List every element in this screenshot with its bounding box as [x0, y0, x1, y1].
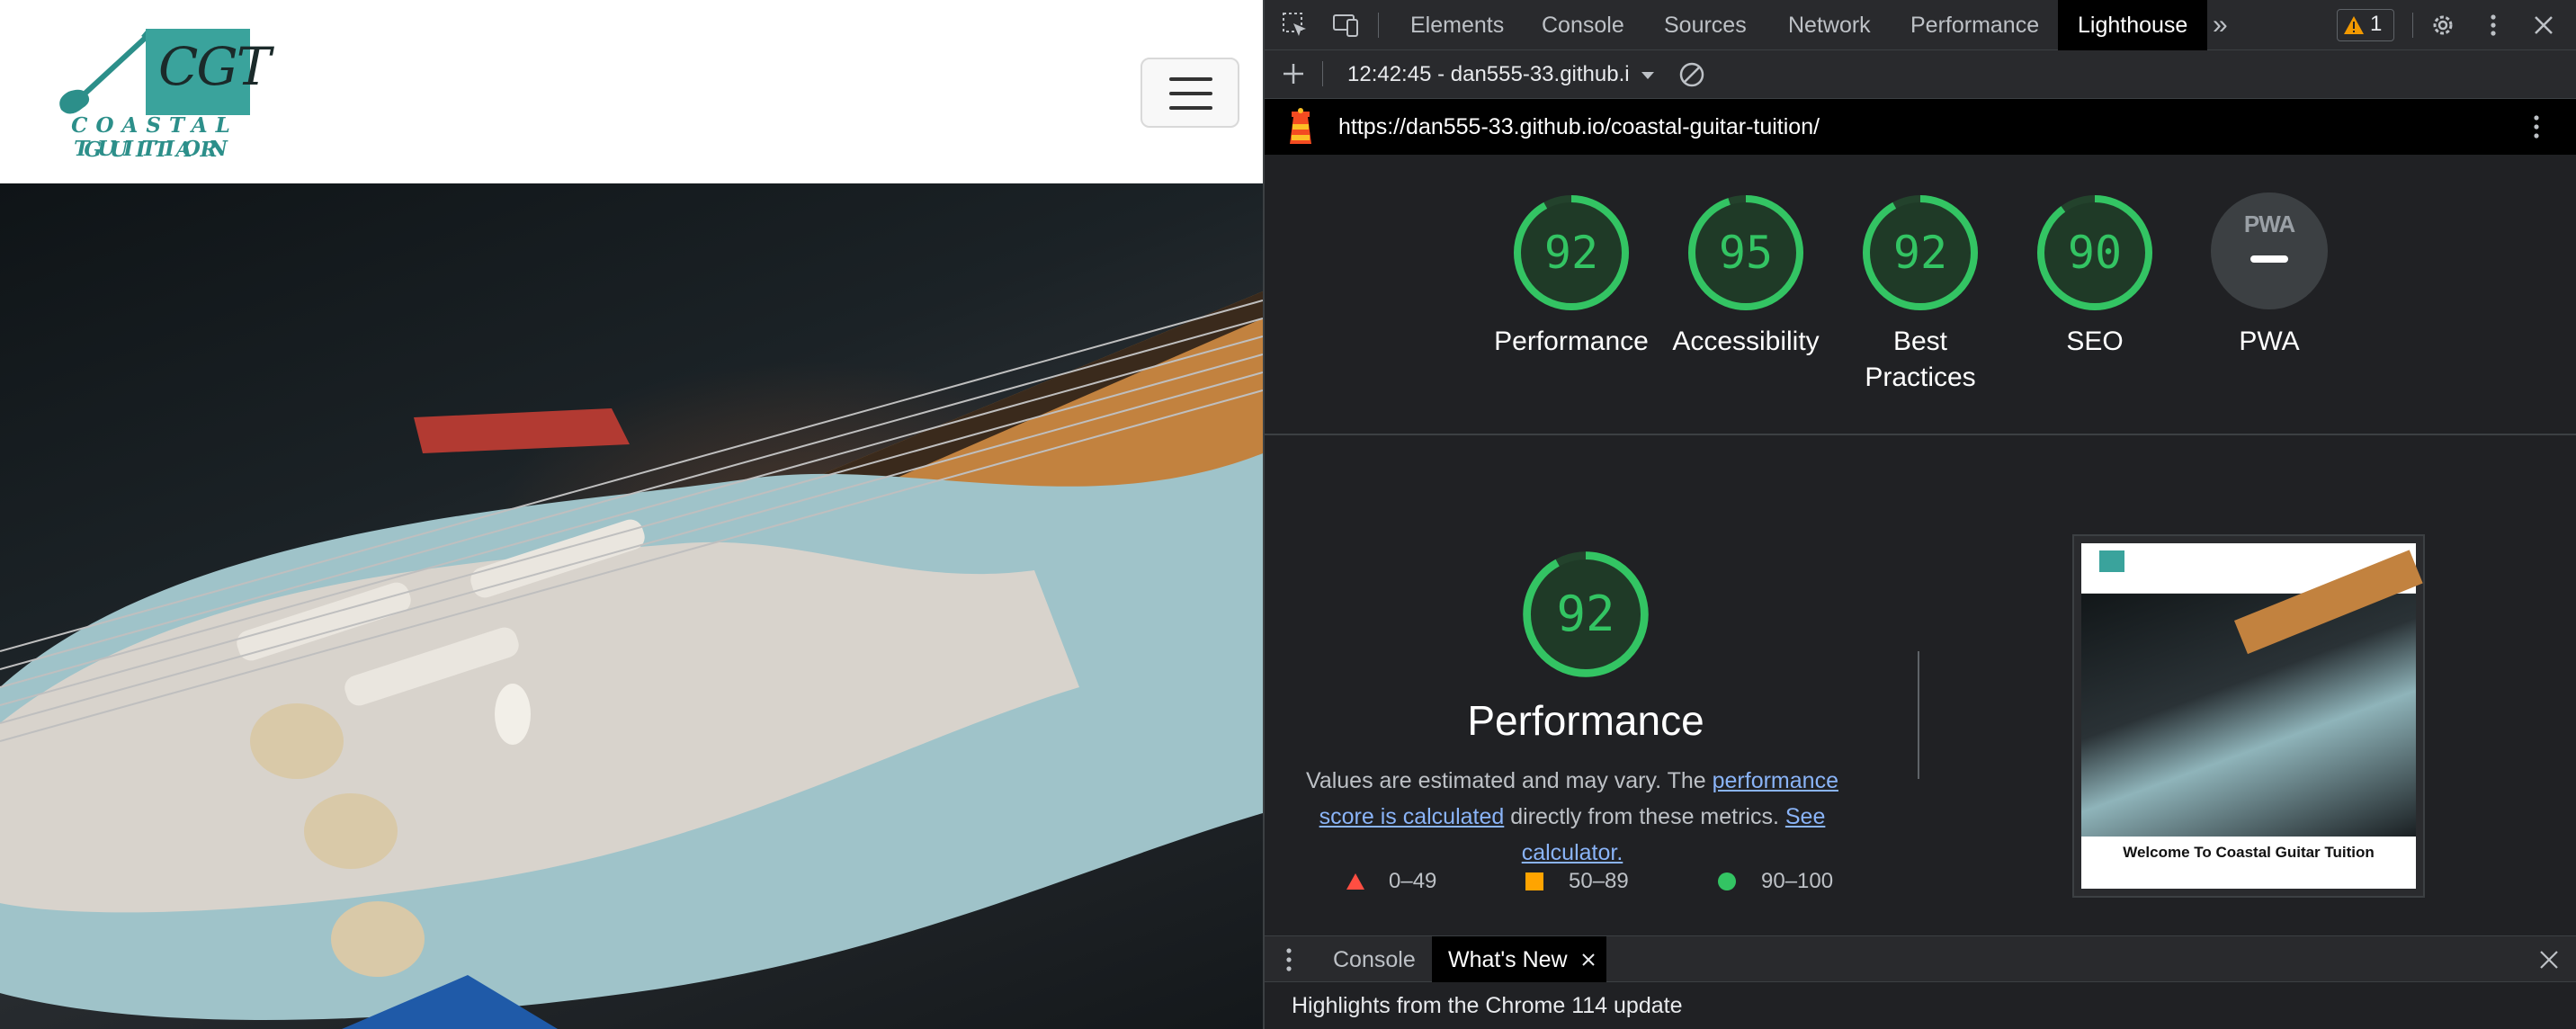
- website-viewport: CGT COASTAL GUITAR TUITION: [0, 0, 1263, 1029]
- report-url[interactable]: https://dan555-33.github.io/coastal-guit…: [1338, 99, 1820, 155]
- legend-average: 50–89: [1569, 869, 1629, 893]
- report-selector[interactable]: 12:42:45 - dan555-33.github.i: [1347, 50, 1655, 99]
- gauge-seo[interactable]: 90: [2035, 192, 2155, 313]
- gauge-score: 90: [2067, 227, 2123, 279]
- hamburger-bar: [1169, 106, 1212, 110]
- legend-pass: 90–100: [1761, 869, 1834, 893]
- performance-main-gauge: 92: [1520, 549, 1651, 680]
- gauge-score: 92: [1892, 227, 1948, 279]
- performance-main-score: 92: [1556, 586, 1615, 642]
- divider: [2412, 13, 2413, 38]
- drawer-tab-console[interactable]: Console: [1333, 936, 1416, 983]
- lighthouse-toolbar: 12:42:45 - dan555-33.github.i: [1265, 50, 2576, 99]
- drawer-tab-bar: Console What's New: [1265, 935, 2576, 983]
- thumb-logo: [2099, 550, 2124, 572]
- report-menu-icon[interactable]: [2524, 113, 2549, 140]
- gauge-label-best-practices: Best Practices: [1830, 324, 2010, 396]
- logo-monogram: CGT: [158, 36, 271, 97]
- hamburger-bar: [1169, 92, 1212, 95]
- close-devtools-icon[interactable]: [2529, 11, 2558, 40]
- pass-circle-icon: [1718, 872, 1736, 890]
- average-square-icon: [1525, 872, 1543, 890]
- gauge-score: 92: [1543, 227, 1599, 279]
- section-divider: [1265, 434, 2576, 435]
- desc-text: directly from these metrics.: [1504, 804, 1785, 829]
- new-report-plus-icon[interactable]: [1281, 61, 1306, 86]
- navbar-toggle-button[interactable]: [1140, 58, 1239, 128]
- device-toolbar-icon[interactable]: [1331, 11, 1360, 40]
- drawer-tab-whats-new-label: What's New: [1448, 947, 1568, 972]
- label-line: Best: [1892, 327, 1948, 356]
- lighthouse-logo-icon: [1290, 108, 1311, 144]
- performance-title: Performance: [1467, 697, 1704, 744]
- gauge-label-performance: Performance: [1494, 327, 1649, 356]
- devtools-tab-bar: Elements Console Sources Network Perform…: [1265, 0, 2576, 50]
- page-screenshot-thumbnail[interactable]: Welcome To Coastal Guitar Tuition: [2074, 536, 2423, 896]
- pwa-badge-text: PWA: [2243, 210, 2295, 237]
- vertical-divider: [1918, 651, 1919, 779]
- legend-fail: 0–49: [1389, 869, 1437, 893]
- drawer-tab-whats-new[interactable]: What's New: [1432, 936, 1606, 983]
- tab-network[interactable]: Network: [1788, 0, 1871, 50]
- pwa-badge[interactable]: PWA: [2211, 192, 2328, 309]
- performance-description: Values are estimated and may vary. The p…: [1275, 763, 1869, 871]
- tab-sources[interactable]: Sources: [1664, 0, 1747, 50]
- divider: [1322, 61, 1323, 86]
- thumbnail-caption: Welcome To Coastal Guitar Tuition: [2123, 844, 2375, 861]
- lighthouse-report: 92 Performance 95 Accessibility 92 Best …: [1265, 155, 2576, 935]
- tab-lighthouse[interactable]: Lighthouse: [2058, 0, 2208, 50]
- gauge-score: 95: [1718, 227, 1774, 279]
- settings-gear-icon[interactable]: [2428, 11, 2457, 40]
- gauge-accessibility[interactable]: 95: [1686, 192, 1806, 313]
- pwa-dash-icon: [2250, 255, 2288, 263]
- close-drawer-icon[interactable]: [2538, 949, 2560, 971]
- label-line: Practices: [1865, 362, 1976, 392]
- gauge-best-practices[interactable]: 92: [1860, 192, 1981, 313]
- gauge-label-seo: SEO: [2066, 327, 2124, 356]
- logo-text-line2: TUITION: [74, 137, 236, 161]
- gauge-label-pwa: PWA: [2239, 327, 2300, 356]
- report-url-bar: https://dan555-33.github.io/coastal-guit…: [1265, 99, 2576, 155]
- warnings-badge[interactable]: 1: [2337, 9, 2394, 41]
- tab-performance[interactable]: Performance: [1910, 0, 2039, 50]
- tab-elements[interactable]: Elements: [1410, 0, 1504, 50]
- gauge-performance[interactable]: 92: [1511, 192, 1632, 313]
- desc-text: Values are estimated and may vary. The: [1306, 768, 1713, 793]
- gauge-label-accessibility: Accessibility: [1672, 327, 1820, 356]
- more-tabs-button[interactable]: »: [2213, 0, 2228, 50]
- warning-count: 1: [2370, 12, 2383, 36]
- divider: [1378, 13, 1379, 38]
- inspect-element-icon[interactable]: [1281, 11, 1310, 40]
- devtools-panel: Elements Console Sources Network Perform…: [1263, 0, 2576, 1029]
- site-logo[interactable]: CGT COASTAL GUITAR TUITION: [20, 27, 290, 162]
- hamburger-bar: [1169, 77, 1212, 81]
- tab-console[interactable]: Console: [1542, 0, 1624, 50]
- hero-guitar-photo: [0, 291, 1263, 1029]
- logo-monogram-box: CGT: [146, 29, 271, 115]
- whats-new-panel: Highlights from the Chrome 114 update: [1265, 982, 2576, 1029]
- dropdown-arrow-icon: [1641, 72, 1655, 79]
- close-tab-icon[interactable]: [1581, 953, 1596, 967]
- drawer-menu-icon[interactable]: [1284, 947, 1293, 972]
- site-navbar: CGT COASTAL GUITAR TUITION: [0, 0, 1263, 183]
- clear-all-icon[interactable]: [1678, 61, 1705, 88]
- kebab-menu-icon[interactable]: [2479, 11, 2508, 40]
- hero-image: [0, 183, 1263, 1029]
- warning-icon: [2344, 16, 2364, 34]
- report-selector-label: 12:42:45 - dan555-33.github.i: [1347, 62, 1630, 86]
- whats-new-headline: Highlights from the Chrome 114 update: [1292, 993, 1683, 1018]
- thumb-hero-image: [2081, 550, 2423, 837]
- fail-triangle-icon: [1346, 873, 1364, 890]
